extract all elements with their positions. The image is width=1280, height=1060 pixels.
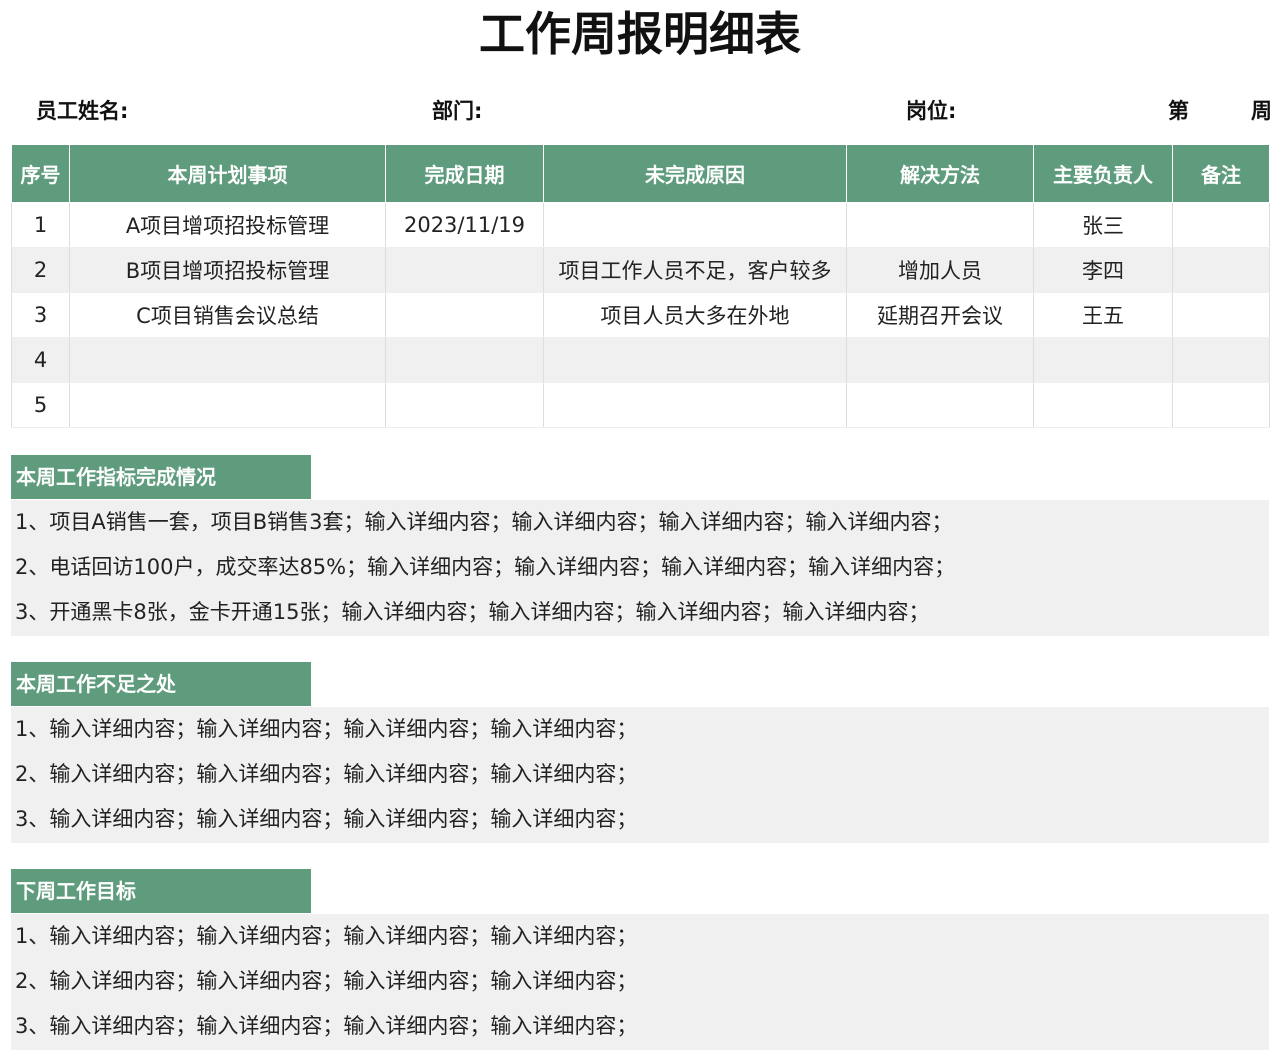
- cell-owner: [1033, 382, 1173, 428]
- section-line: 2、电话回访100户，成交率达85%；输入详细内容；输入详细内容；输入详细内容；…: [15, 555, 956, 579]
- cell-plan-item: C项目销售会议总结: [69, 292, 386, 338]
- table-row: 3 C项目销售会议总结 项目人员大多在外地 延期召开会议 王五: [11, 292, 1270, 338]
- cell-plan-item: A项目增项招投标管理: [69, 202, 386, 248]
- header-plan-item: 本周计划事项: [69, 144, 386, 203]
- table-header-row: 序号 本周计划事项 完成日期 未完成原因 解决方法 主要负责人 备注: [11, 144, 1270, 203]
- weekly-plan-table: 序号 本周计划事项 完成日期 未完成原因 解决方法 主要负责人 备注 1 A项目…: [11, 144, 1270, 428]
- cell-finish-date: 2023/11/19: [385, 202, 544, 248]
- cell-plan-item: [69, 337, 386, 383]
- cell-owner: 张三: [1033, 202, 1173, 248]
- cell-solution: [846, 382, 1034, 428]
- header-solution: 解决方法: [846, 144, 1034, 203]
- cell-finish-date: [385, 247, 544, 293]
- section-line: 1、输入详细内容；输入详细内容；输入详细内容；输入详细内容；: [15, 717, 638, 741]
- cell-owner: 王五: [1033, 292, 1173, 338]
- cell-finish-date: [385, 337, 544, 383]
- position-label: 岗位:: [906, 99, 957, 123]
- table-row: 2 B项目增项招投标管理 项目工作人员不足，客户较多 增加人员 李四: [11, 247, 1270, 293]
- section-line: 3、输入详细内容；输入详细内容；输入详细内容；输入详细内容；: [15, 1014, 638, 1038]
- header-owner: 主要负责人: [1033, 144, 1173, 203]
- cell-finish-date: [385, 382, 544, 428]
- cell-unfinished-reason: [543, 382, 847, 428]
- section-heading-shortcomings: 本周工作不足之处: [11, 662, 311, 706]
- cell-owner: [1033, 337, 1173, 383]
- page-title: 工作周报明细表: [479, 7, 801, 61]
- section-body-next-week-goals: 1、输入详细内容；输入详细内容；输入详细内容；输入详细内容； 2、输入详细内容；…: [11, 914, 1269, 1050]
- table-row: 4: [11, 337, 1270, 383]
- cell-finish-date: [385, 292, 544, 338]
- table-row: 5: [11, 382, 1270, 428]
- cell-remark: [1172, 202, 1270, 248]
- cell-unfinished-reason: 项目人员大多在外地: [543, 292, 847, 338]
- header-finish-date: 完成日期: [385, 144, 544, 203]
- cell-unfinished-reason: 项目工作人员不足，客户较多: [543, 247, 847, 293]
- cell-unfinished-reason: [543, 337, 847, 383]
- header-index: 序号: [11, 144, 70, 203]
- section-line: 1、输入详细内容；输入详细内容；输入详细内容；输入详细内容；: [15, 924, 638, 948]
- cell-remark: [1172, 382, 1270, 428]
- cell-plan-item: [69, 382, 386, 428]
- week-prefix-label: 第: [1168, 99, 1189, 123]
- cell-solution: [846, 202, 1034, 248]
- cell-plan-item: B项目增项招投标管理: [69, 247, 386, 293]
- section-line: 3、输入详细内容；输入详细内容；输入详细内容；输入详细内容；: [15, 807, 638, 831]
- header-remark: 备注: [1172, 144, 1270, 203]
- section-line: 2、输入详细内容；输入详细内容；输入详细内容；输入详细内容；: [15, 969, 638, 993]
- cell-index: 4: [11, 337, 70, 383]
- section-line: 1、项目A销售一套，项目B销售3套；输入详细内容；输入详细内容；输入详细内容；输…: [15, 510, 953, 534]
- section-line: 3、开通黑卡8张，金卡开通15张；输入详细内容；输入详细内容；输入详细内容；输入…: [15, 600, 930, 624]
- cell-remark: [1172, 337, 1270, 383]
- section-heading-kpi-completion: 本周工作指标完成情况: [11, 455, 311, 499]
- cell-remark: [1172, 292, 1270, 338]
- cell-index: 3: [11, 292, 70, 338]
- cell-solution: [846, 337, 1034, 383]
- department-label: 部门:: [432, 99, 483, 123]
- section-body-shortcomings: 1、输入详细内容；输入详细内容；输入详细内容；输入详细内容； 2、输入详细内容；…: [11, 707, 1269, 843]
- cell-solution: 增加人员: [846, 247, 1034, 293]
- cell-index: 1: [11, 202, 70, 248]
- header-unfinished-reason: 未完成原因: [543, 144, 847, 203]
- cell-index: 5: [11, 382, 70, 428]
- cell-owner: 李四: [1033, 247, 1173, 293]
- table-row: 1 A项目增项招投标管理 2023/11/19 张三: [11, 202, 1270, 248]
- cell-remark: [1172, 247, 1270, 293]
- employee-name-label: 员工姓名:: [36, 99, 129, 123]
- section-heading-next-week-goals: 下周工作目标: [11, 869, 311, 913]
- section-line: 2、输入详细内容；输入详细内容；输入详细内容；输入详细内容；: [15, 762, 638, 786]
- cell-unfinished-reason: [543, 202, 847, 248]
- week-suffix-label: 周: [1251, 99, 1272, 123]
- section-body-kpi-completion: 1、项目A销售一套，项目B销售3套；输入详细内容；输入详细内容；输入详细内容；输…: [11, 500, 1269, 636]
- cell-solution: 延期召开会议: [846, 292, 1034, 338]
- cell-index: 2: [11, 247, 70, 293]
